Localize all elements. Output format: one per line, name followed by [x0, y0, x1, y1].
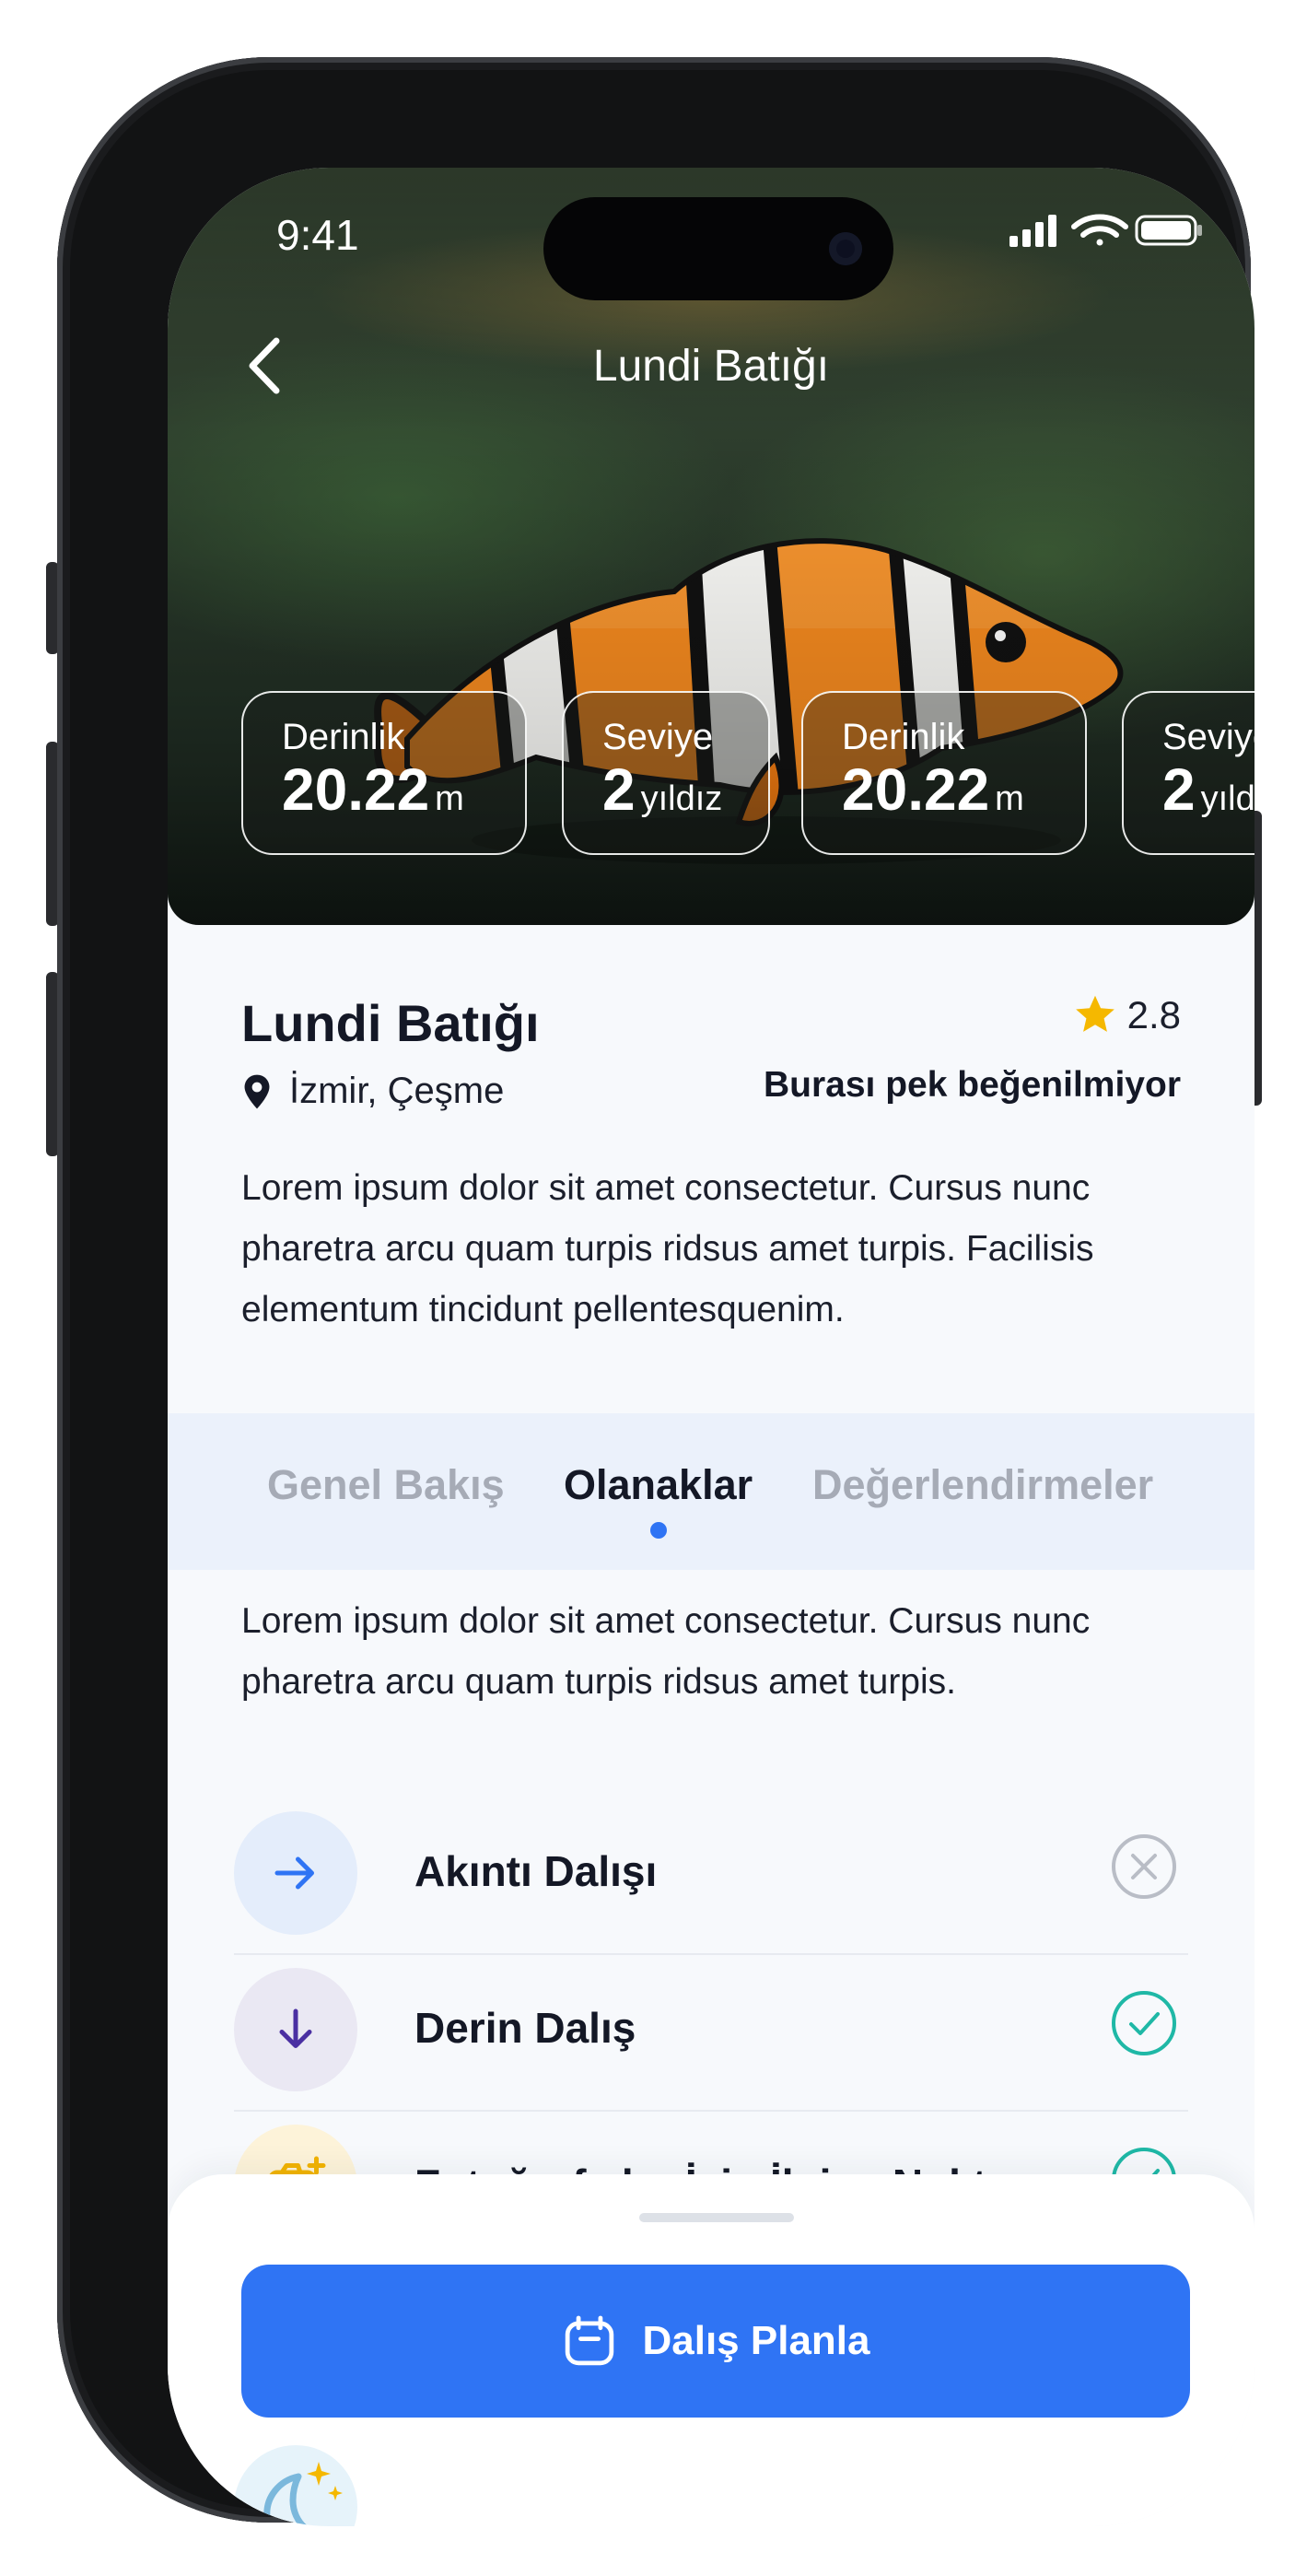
stats-carousel[interactable]: Derinlik 20.22 m Seviye 2 yıldız Derinlik …: [241, 689, 1254, 861]
plan-dive-button[interactable]: Dalış Planla: [241, 2265, 1190, 2418]
stat-card-depth: Derinlik 20.22 m: [241, 691, 527, 855]
stat-label: Seviye: [602, 717, 714, 757]
tab-reviews[interactable]: Değerlendirmeler: [812, 1461, 1153, 1509]
location-text: İzmir, Çeşme: [289, 1071, 505, 1111]
stat-card-level: Seviye 2yıldız: [1122, 691, 1254, 855]
stat-label: Seviye: [1162, 717, 1254, 757]
status-time: 9:41: [276, 211, 359, 259]
stat-unit: yıldız: [640, 779, 723, 818]
site-description: Lorem ipsum dolor sit amet consectetur. …: [241, 1168, 1094, 1329]
stat-value: 2: [1162, 756, 1196, 823]
stat-unit: m: [435, 779, 464, 818]
tab-amenities[interactable]: Olanaklar: [564, 1461, 753, 1509]
divider: [234, 1953, 1188, 1955]
popularity-note: Burası pek beğenilmiyor: [764, 1065, 1181, 1105]
battery-icon: [1135, 215, 1202, 246]
stat-label: Derinlik: [842, 717, 965, 757]
status-icons: [1009, 214, 1202, 247]
hero-image: 9:41 Lundi Batığı Derinlik 20.22 m Seviy…: [168, 168, 1254, 925]
location: İzmir, Çeşme: [241, 1071, 504, 1112]
site-title: Lundi Batığı: [241, 994, 540, 1052]
map-pin-icon: [244, 1074, 270, 1108]
tab-overview[interactable]: Genel Bakış: [267, 1461, 505, 1509]
stat-value: 20.22: [842, 756, 990, 823]
list-item[interactable]: Akıntı Dalışı: [234, 1811, 1188, 1968]
screen: 9:41 Lundi Batığı Derinlik 20.22 m Seviy…: [168, 168, 1254, 2526]
calendar-icon: [566, 2315, 614, 2366]
front-camera: [829, 232, 862, 265]
stat-unit: yıldız: [1200, 779, 1254, 818]
amenity-icon-circle: [234, 1968, 357, 2091]
arrow-right-icon: [274, 1856, 314, 1890]
stat-card-depth: Derinlik 20.22 m: [801, 691, 1087, 855]
dynamic-island: [543, 197, 893, 300]
stat-value: 2: [602, 756, 636, 823]
amenity-icon-circle: [234, 1811, 357, 1935]
sheet-handle[interactable]: [639, 2213, 794, 2222]
rating: 2.8: [1072, 989, 1181, 1041]
stat-card-level: Seviye 2yıldız: [562, 691, 770, 855]
plan-dive-label: Dalış Planla: [642, 2318, 870, 2363]
arrow-down-icon: [279, 2008, 312, 2048]
divider: [234, 2110, 1188, 2112]
rating-value: 2.8: [1126, 993, 1181, 1036]
active-tab-indicator: [650, 1522, 667, 1539]
stat-value: 20.22: [282, 756, 430, 823]
stat-unit: m: [995, 779, 1024, 818]
phone-frame: 9:41 Lundi Batığı Derinlik 20.22 m Seviy…: [57, 57, 1254, 2526]
star-icon: [1075, 995, 1114, 1032]
signal-icon: [1009, 215, 1056, 247]
stat-label: Derinlik: [282, 717, 405, 757]
wifi-icon: [1071, 214, 1128, 246]
amenity-name: Derin Dalış: [414, 2004, 636, 2052]
unavailable-x-icon: [1112, 1834, 1176, 1899]
available-check-icon: [1112, 1991, 1176, 2055]
header-title: Lundi Batığı: [592, 342, 830, 391]
list-item[interactable]: Derin Dalış: [234, 1968, 1188, 2125]
tab-bar: Genel Bakış Olanaklar Değerlendirmeler: [168, 1413, 1254, 1570]
amenity-name: Akıntı Dalışı: [414, 1847, 658, 1895]
tab-description: Lorem ipsum dolor sit amet consectetur. …: [241, 1601, 1091, 1702]
